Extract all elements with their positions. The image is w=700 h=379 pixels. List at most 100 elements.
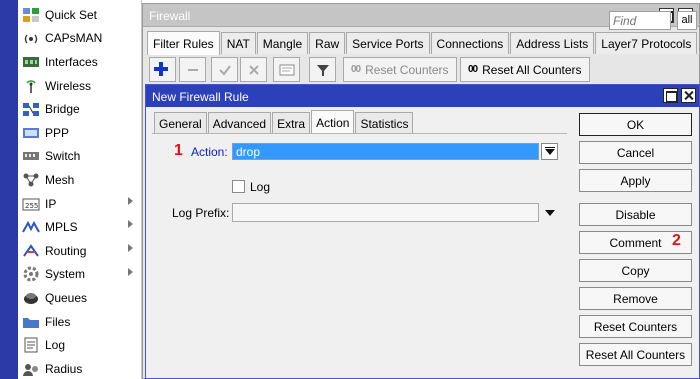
sidebar-item-label: System [45, 267, 86, 282]
sidebar-item-label: Quick Set [45, 7, 98, 22]
ip-icon: 255 [22, 196, 40, 212]
find-input[interactable] [609, 11, 671, 30]
reset-all-counters-button[interactable]: Reset All Counters [579, 343, 692, 366]
firewall-tabs: Filter Rules NAT Mangle Raw Service Port… [147, 31, 698, 55]
log-prefix-label: Log Prefix: [172, 206, 230, 220]
action-tab-panel [152, 133, 567, 378]
note-icon [279, 64, 294, 75]
dialog-titlebar: New Firewall Rule [146, 85, 699, 107]
filter-scope-select[interactable]: all [677, 11, 697, 30]
action-select[interactable]: drop [232, 143, 539, 160]
sidebar-item-queues[interactable]: Queues [18, 286, 141, 310]
tab-nat[interactable]: NAT [220, 32, 256, 54]
tab-address-lists[interactable]: Address Lists [510, 32, 595, 54]
tab-statistics[interactable]: Statistics [355, 112, 414, 134]
dropdown-arrow-icon[interactable] [542, 205, 558, 219]
restore-icon[interactable] [663, 88, 678, 103]
reset-all-counters-button[interactable]: 00 Reset All Counters [460, 57, 590, 82]
disable-button[interactable]: Disable [579, 203, 692, 226]
log-label: Log [250, 180, 271, 194]
sidebar-item-system[interactable]: System [18, 263, 141, 287]
sidebar-item-bridge[interactable]: Bridge [18, 97, 141, 121]
sidebar-menu: Quick Set CAPsMAN Interfaces Wireless Br… [0, 0, 142, 379]
log-prefix-input[interactable] [232, 203, 539, 222]
log-checkbox[interactable] [232, 180, 245, 193]
copy-button[interactable]: Copy [579, 259, 692, 282]
bridge-icon [22, 101, 40, 117]
sidebar-item-label: CAPsMAN [45, 31, 103, 46]
step-annotation-2: 2 [672, 232, 681, 249]
tab-layer7-protocols[interactable]: Layer7 Protocols [595, 32, 698, 54]
step-annotation-1: 1 [174, 142, 183, 159]
reset-counters-button[interactable]: Reset Counters [579, 315, 692, 338]
ppp-icon [22, 125, 40, 141]
comment-button[interactable] [273, 57, 300, 82]
tab-connections[interactable]: Connections [430, 32, 510, 54]
capsman-icon [22, 30, 40, 46]
reset-counters-label: Reset Counters [365, 62, 449, 77]
sidebar-item-label: Wireless [45, 78, 92, 93]
sidebar-item-label: MPLS [45, 220, 78, 235]
sidebar-item-label: Radius [45, 361, 83, 376]
ok-button[interactable]: OK [579, 113, 692, 136]
sidebar-item-quick-set[interactable]: Quick Set [18, 3, 141, 27]
dialog-tabs: General Advanced Extra Action Statistics [154, 110, 414, 134]
action-label: Action: [191, 145, 228, 159]
svg-text:255: 255 [25, 202, 38, 210]
queues-icon [22, 290, 40, 306]
tab-raw[interactable]: Raw [309, 32, 346, 54]
sidebar-item-ip[interactable]: 255 IP [18, 192, 141, 216]
close-icon[interactable] [681, 88, 696, 103]
quick-set-icon [22, 7, 40, 23]
sidebar-item-log[interactable]: Log [18, 333, 141, 357]
minus-icon [187, 68, 198, 71]
sidebar-item-label: Queues [45, 290, 88, 305]
reset-counters-button[interactable]: 00 Reset Counters [343, 57, 457, 82]
sidebar-item-label: Bridge [45, 102, 80, 117]
apply-button[interactable]: Apply [579, 169, 692, 192]
firewall-toolbar: 00 Reset Counters 00 Reset All Counters [147, 57, 699, 84]
sidebar-item-ppp[interactable]: PPP [18, 121, 141, 145]
counter-icon: 00 [351, 64, 361, 75]
sidebar-item-wireless[interactable]: Wireless [18, 74, 141, 98]
sidebar-item-radius[interactable]: Radius [18, 357, 141, 379]
disable-button[interactable] [240, 57, 267, 82]
sidebar-item-switch[interactable]: Switch [18, 145, 141, 169]
dropdown-arrow-icon[interactable] [541, 143, 558, 160]
sidebar-item-label: Interfaces [45, 54, 98, 69]
sidebar-item-mpls[interactable]: MPLS [18, 215, 141, 239]
sidebar-item-interfaces[interactable]: Interfaces [18, 50, 141, 74]
tab-mangle[interactable]: Mangle [256, 32, 309, 54]
cancel-button[interactable]: Cancel [579, 141, 692, 164]
counter-icon: 00 [468, 64, 478, 75]
log-icon [22, 337, 40, 353]
mpls-icon [22, 219, 40, 235]
submenu-arrow-icon [128, 267, 133, 276]
tab-action[interactable]: Action [311, 110, 355, 134]
sidebar-item-label: IP [45, 196, 57, 211]
interfaces-icon [22, 54, 40, 70]
add-button[interactable] [149, 57, 176, 82]
filter-button[interactable] [309, 57, 336, 82]
files-icon [22, 314, 40, 330]
tab-filter-rules[interactable]: Filter Rules [147, 31, 220, 55]
tab-advanced[interactable]: Advanced [207, 112, 272, 134]
tab-extra[interactable]: Extra [272, 112, 311, 134]
new-firewall-rule-dialog: New Firewall Rule General Advanced Extra… [145, 84, 700, 379]
routing-icon [22, 243, 40, 259]
sidebar-item-files[interactable]: Files [18, 310, 141, 334]
sidebar-item-mesh[interactable]: Mesh [18, 168, 141, 192]
remove-button[interactable] [179, 57, 206, 82]
radius-icon [22, 361, 40, 377]
enable-button[interactable] [211, 57, 238, 82]
remove-button[interactable]: Remove [579, 287, 692, 310]
sidebar-item-routing[interactable]: Routing [18, 239, 141, 263]
sidebar-item-label: PPP [45, 125, 70, 140]
tab-general[interactable]: General [154, 112, 207, 134]
dialog-title: New Firewall Rule [152, 90, 249, 104]
switch-icon [22, 148, 40, 164]
sidebar-item-label: Mesh [45, 172, 75, 187]
sidebar-item-capsman[interactable]: CAPsMAN [18, 27, 141, 51]
tab-service-ports[interactable]: Service Ports [346, 32, 430, 54]
submenu-arrow-icon [128, 196, 133, 205]
